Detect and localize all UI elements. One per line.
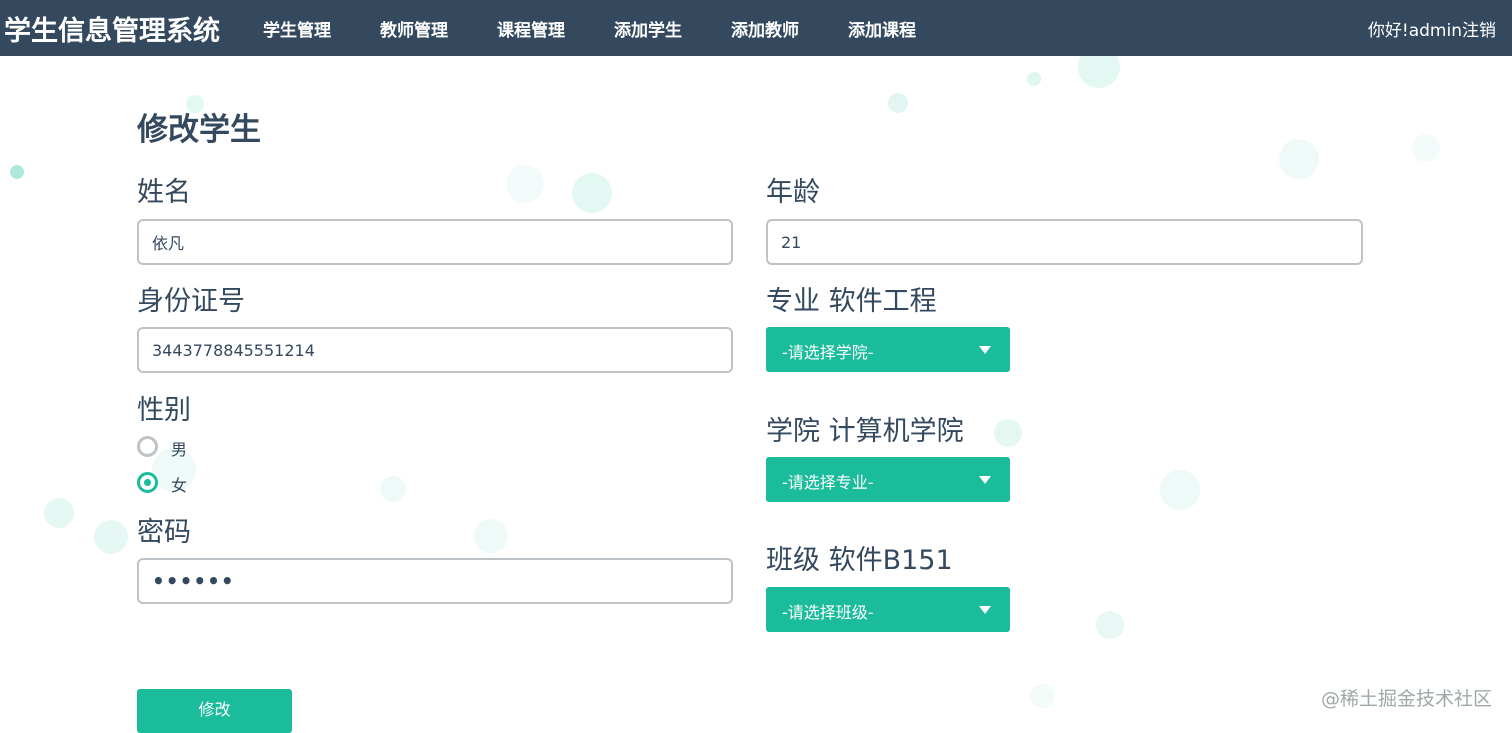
chevron-down-icon xyxy=(979,606,991,614)
radio-male-label: 男 xyxy=(171,440,188,459)
password-label: 密码 xyxy=(137,517,191,548)
gender-label: 性别 xyxy=(137,395,191,426)
radio-male-circle[interactable] xyxy=(137,436,158,457)
nav-add-teacher[interactable]: 添加教师 xyxy=(731,16,799,41)
nav-teacher-manage[interactable]: 教师管理 xyxy=(380,16,448,41)
nav-add-course[interactable]: 添加课程 xyxy=(848,16,916,41)
password-input[interactable] xyxy=(137,558,733,604)
decor-bubble xyxy=(474,519,508,553)
college-select[interactable]: -请选择学院- xyxy=(766,327,1010,372)
gender-radio-male[interactable]: 男 xyxy=(137,436,217,459)
major-select[interactable]: -请选择专业- xyxy=(766,457,1010,502)
nav-student-manage[interactable]: 学生管理 xyxy=(263,16,331,41)
college-label: 学院 计算机学院 xyxy=(766,416,964,447)
modify-button[interactable]: 修改 xyxy=(137,689,292,733)
decor-bubble xyxy=(888,93,908,113)
decor-bubble xyxy=(994,419,1022,447)
decor-bubble xyxy=(572,173,612,213)
name-input[interactable] xyxy=(137,219,733,265)
radio-female-label: 女 xyxy=(171,476,188,495)
decor-bubble xyxy=(1160,470,1200,510)
decor-bubble xyxy=(10,165,24,179)
user-greeting: 你好!admin xyxy=(1367,21,1462,41)
page-title: 修改学生 xyxy=(137,112,261,148)
decor-bubble xyxy=(1096,611,1124,639)
id-number-input[interactable] xyxy=(137,327,733,373)
decor-bubble xyxy=(1279,139,1319,179)
age-label: 年龄 xyxy=(766,177,820,208)
user-area: 你好!admin注销 xyxy=(1368,16,1496,41)
watermark: @稀土掘金技术社区 xyxy=(1320,688,1492,710)
logout-link[interactable]: 注销 xyxy=(1462,21,1496,41)
decor-bubble xyxy=(1030,684,1054,708)
age-input[interactable] xyxy=(766,219,1363,265)
decor-bubble xyxy=(94,520,128,554)
decor-bubble xyxy=(1027,72,1041,86)
top-navbar: 学生信息管理系统 学生管理 教师管理 课程管理 添加学生 添加教师 添加课程 你… xyxy=(0,0,1512,56)
app-brand[interactable]: 学生信息管理系统 xyxy=(4,9,220,48)
decor-bubble xyxy=(44,498,74,528)
id-number-label: 身份证号 xyxy=(137,286,245,317)
gender-radio-female[interactable]: 女 xyxy=(137,472,217,495)
decor-bubble xyxy=(506,165,544,203)
major-label: 专业 软件工程 xyxy=(766,286,937,317)
class-label: 班级 软件B151 xyxy=(766,545,953,576)
nav-course-manage[interactable]: 课程管理 xyxy=(497,16,565,41)
radio-female-circle[interactable] xyxy=(137,472,158,493)
chevron-down-icon xyxy=(979,476,991,484)
nav-add-student[interactable]: 添加学生 xyxy=(614,16,682,41)
chevron-down-icon xyxy=(979,346,991,354)
decor-bubble xyxy=(380,476,406,502)
college-select-value: -请选择学院- xyxy=(782,343,874,362)
decor-bubble xyxy=(1412,134,1440,162)
class-select-value: -请选择班级- xyxy=(782,603,874,622)
name-label: 姓名 xyxy=(137,177,191,208)
major-select-value: -请选择专业- xyxy=(782,473,874,492)
class-select[interactable]: -请选择班级- xyxy=(766,587,1010,632)
